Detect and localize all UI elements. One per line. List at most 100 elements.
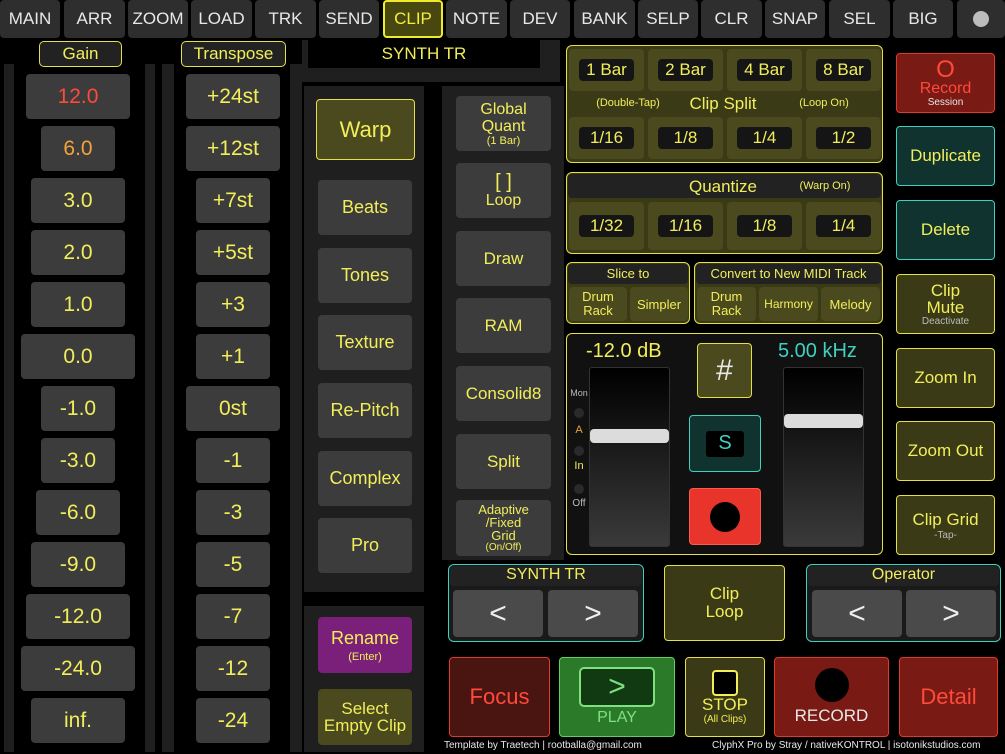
- split-4bar-button[interactable]: 4 Bar: [727, 49, 802, 91]
- gain-button-inf[interactable]: inf.: [31, 698, 125, 743]
- gain-button-minus-12[interactable]: -12.0: [26, 594, 130, 639]
- transpose-minus-1[interactable]: -1: [196, 438, 270, 483]
- transpose-minus-5[interactable]: -5: [196, 542, 270, 587]
- stop-all-clips-button[interactable]: STOP (All Clips): [685, 657, 765, 737]
- tab-clr[interactable]: CLR: [701, 0, 762, 38]
- gain-button-3[interactable]: 3.0: [31, 178, 125, 223]
- gain-button-1[interactable]: 1.0: [31, 282, 125, 327]
- tab-selp[interactable]: SELP: [638, 0, 698, 38]
- gain-button-minus-3[interactable]: -3.0: [41, 438, 115, 483]
- tab-zoom[interactable]: ZOOM: [128, 0, 188, 38]
- tab-dev[interactable]: DEV: [510, 0, 570, 38]
- tab-trk[interactable]: TRK: [255, 0, 316, 38]
- warp-mode-beats[interactable]: Beats: [318, 180, 412, 235]
- quantize-1-16-button[interactable]: 1/16: [648, 202, 723, 250]
- solo-button[interactable]: S: [689, 415, 761, 472]
- gain-button-12[interactable]: 12.0: [26, 74, 130, 119]
- split-div-1-2-button[interactable]: 1/2: [806, 117, 881, 159]
- rename-button[interactable]: Rename (Enter): [318, 617, 412, 673]
- track-next-button[interactable]: >: [548, 590, 638, 637]
- tab-main[interactable]: MAIN: [0, 0, 60, 38]
- quantize-1-8-button[interactable]: 1/8: [727, 202, 802, 250]
- warp-mode-tones[interactable]: Tones: [318, 248, 412, 303]
- device-next-button[interactable]: >: [906, 590, 996, 637]
- clip-mute-button[interactable]: Clip Mute Deactivate: [896, 274, 995, 334]
- convert-melody-button[interactable]: Melody: [821, 287, 880, 321]
- transpose-plus-12[interactable]: +12st: [186, 126, 280, 171]
- arm-button[interactable]: [689, 488, 761, 545]
- zoom-in-button[interactable]: Zoom In: [896, 348, 995, 408]
- track-prev-button[interactable]: <: [453, 590, 543, 637]
- gain-button-minus-24[interactable]: -24.0: [21, 646, 135, 691]
- ram-button[interactable]: RAM: [456, 298, 551, 353]
- quantize-1-4-button[interactable]: 1/4: [806, 202, 881, 250]
- monitor-a-led[interactable]: [574, 408, 584, 418]
- warp-mode-pro[interactable]: Pro: [318, 518, 412, 573]
- hash-button[interactable]: #: [697, 343, 752, 398]
- device-prev-button[interactable]: <: [812, 590, 902, 637]
- transpose-minus-24[interactable]: -24: [196, 698, 270, 743]
- volume-fader-handle[interactable]: [590, 429, 669, 443]
- delete-button[interactable]: Delete: [896, 200, 995, 260]
- frequency-fader[interactable]: [783, 367, 864, 547]
- menu-button[interactable]: [957, 0, 1005, 38]
- split-div-1-8-button[interactable]: 1/8: [648, 117, 723, 159]
- slice-to-simpler-button[interactable]: Simpler: [630, 287, 688, 321]
- select-empty-clip-button[interactable]: Select Empty Clip: [318, 689, 412, 745]
- global-quant-button[interactable]: Global Quant (1 Bar): [456, 96, 551, 151]
- frequency-fader-handle[interactable]: [784, 414, 863, 428]
- adaptive-grid-button[interactable]: Adaptive /Fixed Grid (On/Off): [456, 500, 551, 556]
- tab-note[interactable]: NOTE: [446, 0, 507, 38]
- focus-button[interactable]: Focus: [449, 657, 550, 737]
- clip-grid-button[interactable]: Clip Grid -Tap-: [896, 495, 995, 555]
- transpose-plus-5[interactable]: +5st: [196, 230, 270, 275]
- draw-button[interactable]: Draw: [456, 231, 551, 286]
- tab-load[interactable]: LOAD: [191, 0, 252, 38]
- volume-fader[interactable]: [589, 367, 670, 547]
- slice-to-drum-rack-button[interactable]: Drum Rack: [569, 287, 627, 321]
- transpose-minus-7[interactable]: -7: [196, 594, 270, 639]
- detail-button[interactable]: Detail: [899, 657, 998, 737]
- play-button[interactable]: > PLAY: [559, 657, 675, 737]
- gain-button-2[interactable]: 2.0: [31, 230, 125, 275]
- duplicate-button[interactable]: Duplicate: [896, 126, 995, 186]
- split-button[interactable]: Split: [456, 434, 551, 489]
- monitor-in-led[interactable]: [574, 446, 584, 456]
- gain-button-6[interactable]: 6.0: [41, 126, 115, 171]
- tab-big[interactable]: BIG: [893, 0, 953, 38]
- split-8bar-button[interactable]: 8 Bar: [806, 49, 881, 91]
- warp-mode-repitch[interactable]: Re-Pitch: [318, 383, 412, 438]
- tab-sel[interactable]: SEL: [829, 0, 890, 38]
- transpose-plus-7[interactable]: +7st: [196, 178, 270, 223]
- warp-button[interactable]: Warp: [316, 99, 415, 160]
- transpose-plus-3[interactable]: +3: [196, 282, 270, 327]
- record-button[interactable]: RECORD: [774, 657, 889, 737]
- warp-mode-complex[interactable]: Complex: [318, 451, 412, 506]
- gain-button-minus-1[interactable]: -1.0: [41, 386, 115, 431]
- convert-harmony-button[interactable]: Harmony: [759, 287, 818, 321]
- warp-mode-texture[interactable]: Texture: [318, 315, 412, 370]
- transpose-minus-3[interactable]: -3: [196, 490, 270, 535]
- tab-clip[interactable]: CLIP: [383, 0, 443, 38]
- zoom-out-button[interactable]: Zoom Out: [896, 421, 995, 481]
- gain-button-minus-9[interactable]: -9.0: [31, 542, 125, 587]
- loop-button[interactable]: [ ] Loop: [456, 163, 551, 218]
- split-1bar-button[interactable]: 1 Bar: [569, 49, 644, 91]
- tab-send[interactable]: SEND: [319, 0, 379, 38]
- tab-snap[interactable]: SNAP: [765, 0, 825, 38]
- split-2bar-button[interactable]: 2 Bar: [648, 49, 723, 91]
- gain-button-minus-6[interactable]: -6.0: [36, 490, 120, 535]
- consolidate-button[interactable]: Consolid8: [456, 366, 551, 421]
- gain-button-0[interactable]: 0.0: [21, 334, 135, 379]
- clip-loop-button[interactable]: Clip Loop: [664, 565, 785, 641]
- tab-bank[interactable]: BANK: [574, 0, 635, 38]
- transpose-minus-12[interactable]: -12: [196, 646, 270, 691]
- tab-arr[interactable]: ARR: [64, 0, 125, 38]
- transpose-plus-24[interactable]: +24st: [186, 74, 280, 119]
- transpose-zero[interactable]: 0st: [186, 386, 280, 431]
- split-div-1-4-button[interactable]: 1/4: [727, 117, 802, 159]
- quantize-1-32-button[interactable]: 1/32: [569, 202, 644, 250]
- split-div-1-16-button[interactable]: 1/16: [569, 117, 644, 159]
- record-session-button[interactable]: O Record Session: [896, 53, 995, 113]
- monitor-off-led[interactable]: [574, 484, 584, 494]
